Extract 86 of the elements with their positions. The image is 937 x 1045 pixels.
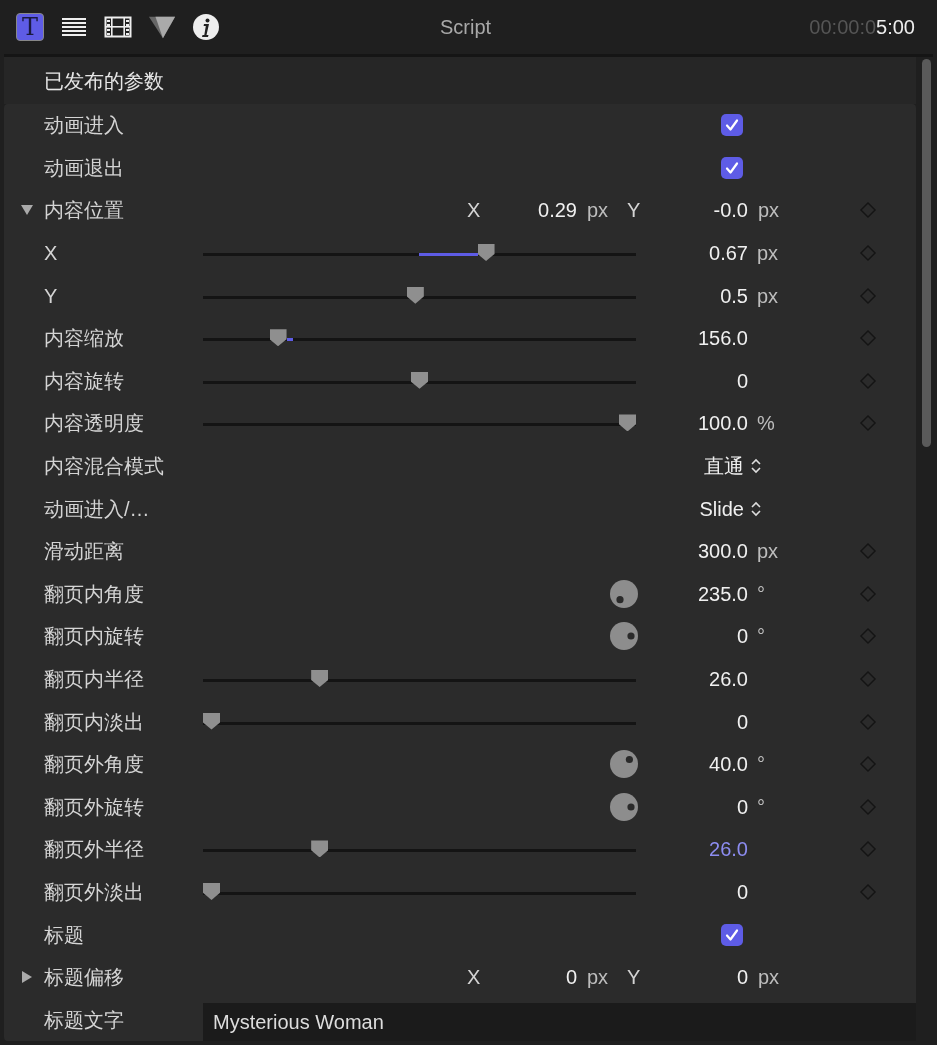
up-down-chevron-icon (750, 457, 762, 476)
checkbox[interactable] (721, 923, 743, 946)
value-field[interactable]: 156.0 (697, 323, 748, 354)
checkbox[interactable] (721, 156, 743, 179)
axis-label: Y (627, 198, 642, 224)
parameter-label: 内容混合模式 (44, 454, 164, 480)
parameter-label: 翻页内半径 (44, 667, 144, 692)
value-field[interactable]: 235.0 (697, 578, 748, 609)
inspector-title: Script (439, 15, 492, 40)
unit-label: px (757, 965, 781, 991)
timecode: 5:00 (876, 16, 915, 38)
section-title: 已发布的参数 (44, 68, 164, 94)
value-field[interactable]: 0 (736, 962, 748, 993)
slider-thumb[interactable] (406, 286, 424, 304)
slider-thumb[interactable] (311, 840, 329, 858)
parameter-label: 翻页外半径 (44, 837, 144, 863)
up-down-chevron-icon (750, 499, 762, 518)
parameter-label: 标题 (44, 922, 84, 948)
slider-thumb[interactable] (619, 414, 636, 432)
unit-label: % (756, 411, 776, 437)
parameter-label: 翻页外角度 (44, 752, 144, 778)
angle-dial[interactable] (609, 621, 639, 652)
text-field[interactable]: Mysterious Woman (203, 1003, 916, 1042)
disclosure-triangle-icon[interactable] (20, 970, 34, 985)
value-field[interactable]: 0 (736, 791, 748, 822)
angle-dial[interactable] (609, 578, 639, 609)
unit-label: ° (756, 581, 766, 607)
scrollbar-thumb[interactable] (922, 59, 931, 447)
slider-thumb[interactable] (411, 371, 428, 389)
axis-label: X (467, 198, 482, 224)
parameter-label: 动画进入/… (44, 496, 150, 522)
unit-label: ° (756, 624, 766, 650)
checkmark-icon (725, 118, 739, 133)
unit-label: px (757, 198, 781, 224)
parameter-label: 内容位置 (44, 198, 124, 224)
value-field[interactable]: 0 (736, 706, 748, 737)
parameter-label: 翻页外淡出 (44, 880, 144, 905)
slider-thumb[interactable] (203, 712, 220, 730)
parameter-label: 翻页内淡出 (44, 709, 144, 735)
parameter-label: 动画进入 (44, 113, 124, 139)
parameter-label: X (44, 241, 58, 267)
parameter-label: 滑动距离 (44, 539, 124, 565)
value-field[interactable]: -0.0 (713, 195, 748, 226)
value-field[interactable]: 100.0 (697, 408, 748, 439)
checkmark-icon (725, 160, 739, 175)
info-tab[interactable] (192, 13, 220, 41)
popup-button[interactable]: 直通 (704, 451, 762, 482)
popup-button[interactable]: Slide (699, 493, 762, 524)
value-field[interactable]: 0 (736, 877, 748, 907)
value-field[interactable]: 0.67 (709, 238, 748, 269)
parameter-label: 标题文字 (44, 1007, 124, 1033)
slider-thumb[interactable] (477, 244, 495, 262)
value-field[interactable]: 0.29 (538, 195, 577, 226)
parameter-label: 内容缩放 (44, 326, 124, 352)
axis-label: Y (627, 965, 642, 991)
unit-label: ° (756, 751, 766, 777)
parameter-label: 翻页内角度 (44, 581, 144, 607)
checkbox[interactable] (721, 114, 743, 137)
value-field[interactable]: 300.0 (697, 536, 748, 567)
parameter-label: 标题偏移 (44, 965, 124, 991)
slider-thumb[interactable] (269, 329, 287, 347)
parameter-label: 动画退出 (44, 155, 124, 181)
value-field[interactable]: 26.0 (709, 664, 748, 694)
value-field[interactable]: 0 (565, 962, 577, 993)
parameter-label: 翻页内旋转 (44, 624, 144, 650)
value-field[interactable]: 0.5 (720, 280, 748, 311)
parameter-label: 内容透明度 (44, 411, 144, 437)
value-field[interactable]: 26.0 (709, 834, 748, 865)
unit-label: px (586, 198, 610, 224)
value-field[interactable]: 0 (736, 365, 748, 396)
unit-label: px (756, 539, 780, 565)
angle-dial[interactable] (609, 749, 639, 780)
angle-dial[interactable] (609, 791, 639, 822)
unit-label: ° (756, 794, 766, 820)
parameter-label: 翻页外旋转 (44, 794, 144, 820)
axis-label: X (467, 965, 482, 991)
value-field[interactable]: 0 (736, 621, 748, 652)
checkmark-icon (725, 927, 739, 942)
unit-label: px (756, 241, 780, 267)
parameter-label: 内容旋转 (44, 368, 124, 394)
slider-thumb[interactable] (203, 883, 220, 900)
value-field[interactable]: 40.0 (709, 749, 748, 780)
slider-thumb[interactable] (311, 670, 329, 687)
unit-label: px (586, 965, 610, 991)
parameter-label: Y (44, 283, 58, 309)
unit-label: px (756, 283, 780, 309)
